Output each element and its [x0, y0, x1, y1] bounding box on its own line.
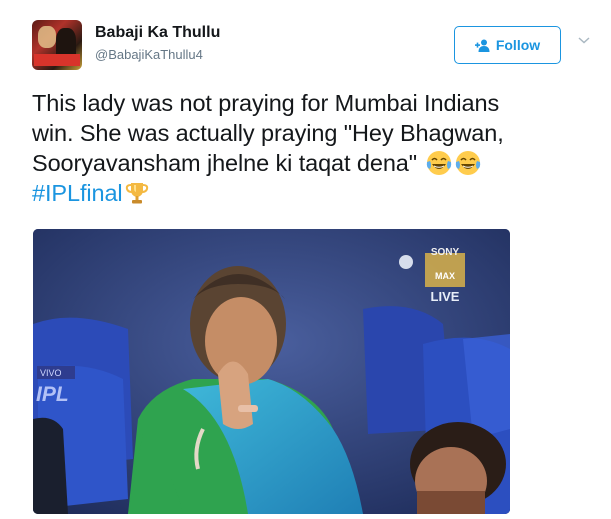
broadcaster-text: LIVE — [431, 289, 460, 304]
face-with-tears-of-joy-icon — [426, 150, 452, 176]
tweet-text: This lady was not praying for Mumbai Ind… — [32, 88, 592, 208]
tweet-text-line: This lady was not praying for Mumbai Ind… — [32, 90, 500, 116]
hashtag-link[interactable]: #IPLfinal — [32, 180, 123, 206]
avatar[interactable] — [32, 20, 82, 70]
broadcaster-text: SONY — [431, 247, 460, 258]
chevron-down-icon[interactable] — [576, 32, 592, 48]
user-handle[interactable]: @BabajiKaThullu4 — [95, 47, 203, 62]
display-name[interactable]: Babaji Ka Thullu — [95, 24, 220, 42]
sponsor-text: VIVO — [40, 368, 62, 378]
follow-button[interactable]: Follow — [454, 26, 561, 64]
trophy-icon — [124, 180, 150, 206]
tweet-card: Babaji Ka Thullu @BabajiKaThullu4 Follow… — [0, 0, 611, 519]
add-user-icon — [474, 39, 491, 52]
tweet-text-line: Sooryavansham jhelne ki taqat dena" — [32, 150, 418, 176]
follow-label: Follow — [495, 37, 541, 53]
sponsor-text: IPL — [36, 383, 69, 406]
tweet-photo[interactable]: SONY MAX LIVE VIVO IPL — [33, 229, 510, 514]
broadcaster-text: MAX — [435, 271, 455, 281]
tweet-text-line: win. She was actually praying "Hey Bhagw… — [32, 120, 504, 146]
face-with-tears-of-joy-icon — [455, 150, 481, 176]
